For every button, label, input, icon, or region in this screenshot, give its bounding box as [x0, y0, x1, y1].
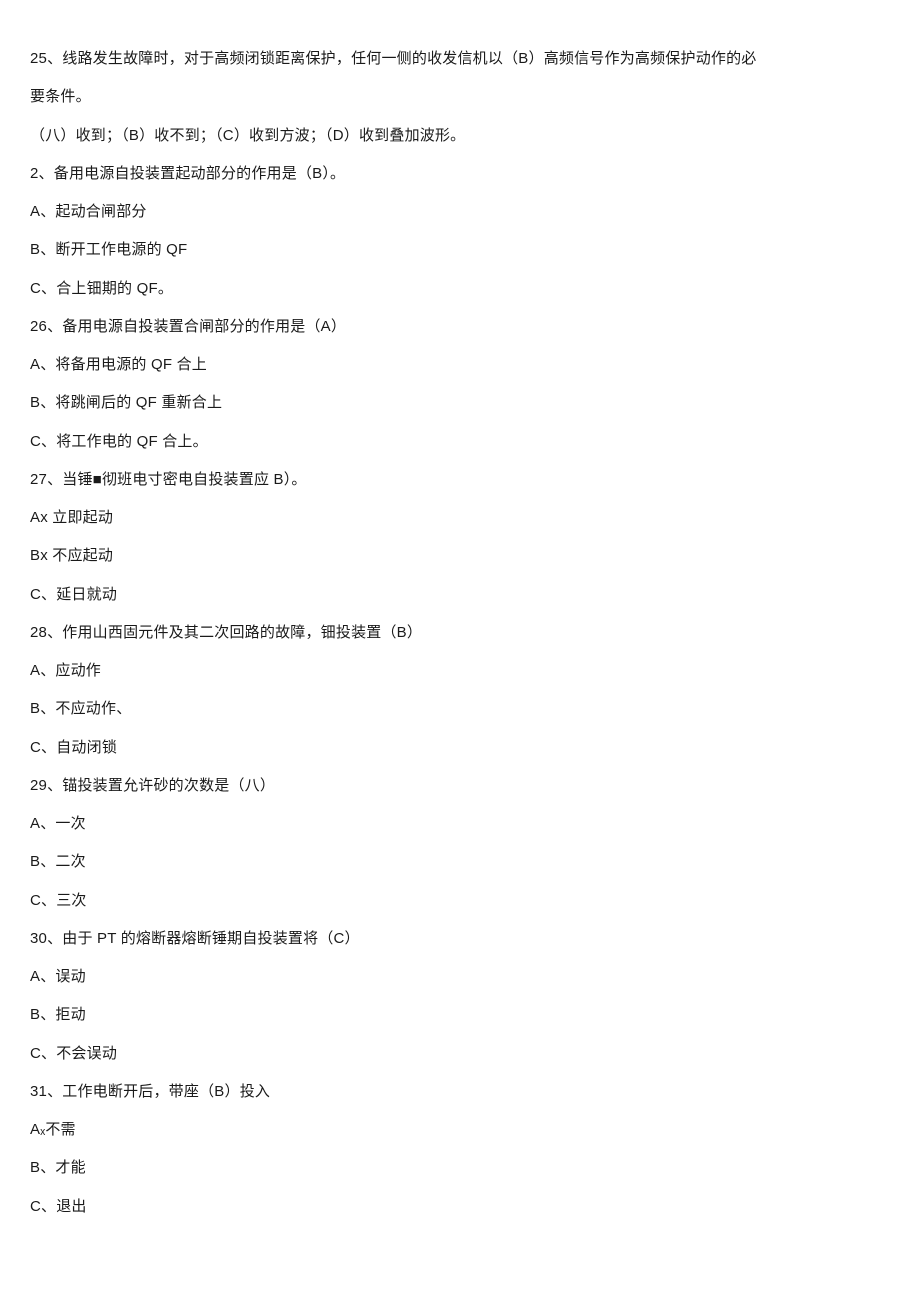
text-line: 25、线路发生故障时，对于高频闭锁距离保护，任何一侧的收发信机以（B）高频信号作…: [30, 40, 890, 78]
document-page: 25、线路发生故障时，对于高频闭锁距离保护，任何一侧的收发信机以（B）高频信号作…: [0, 0, 920, 1266]
text-line: 28、作用山西固元件及其二次回路的故障，钿投装置（B）: [30, 614, 890, 652]
text-line: 29、锚投装置允许砂的次数是（八）: [30, 767, 890, 805]
text-line: Bx 不应起动: [30, 537, 890, 575]
text-line: C、三次: [30, 882, 890, 920]
text-line: A、应动作: [30, 652, 890, 690]
text-line: B、拒动: [30, 996, 890, 1034]
text-line: （八）收到；（B）收不到；（C）收到方波；（D）收到叠加波形。: [30, 117, 890, 155]
text-line: A、将备用电源的 QF 合上: [30, 346, 890, 384]
text-line: C、不会误动: [30, 1035, 890, 1073]
text-line: C、自动闭锁: [30, 729, 890, 767]
text-line: Aₓ不需: [30, 1111, 890, 1149]
text-line: A、起动合闸部分: [30, 193, 890, 231]
text-line: B、将跳闸后的 QF 重新合上: [30, 384, 890, 422]
text-line: 31、工作电断开后，带座（B）投入: [30, 1073, 890, 1111]
text-line: 要条件。: [30, 78, 890, 116]
text-line: A、一次: [30, 805, 890, 843]
text-line: B、二次: [30, 843, 890, 881]
text-line: 26、备用电源自投装置合闸部分的作用是（A）: [30, 308, 890, 346]
text-line: 27、当锤■彻班电寸密电自投装置应 B）。: [30, 461, 890, 499]
text-line: A、误动: [30, 958, 890, 996]
text-line: B、不应动作、: [30, 690, 890, 728]
text-line: B、断开工作电源的 QF: [30, 231, 890, 269]
text-line: Ax 立即起动: [30, 499, 890, 537]
text-line: C、退出: [30, 1188, 890, 1226]
text-line: C、将工作电的 QF 合上。: [30, 423, 890, 461]
text-line: C、延日就动: [30, 576, 890, 614]
text-line: C、合上钿期的 QF。: [30, 270, 890, 308]
text-line: 30、由于 PT 的熔断器熔断锤期自投装置将（C）: [30, 920, 890, 958]
text-line: B、才能: [30, 1149, 890, 1187]
text-line: 2、备用电源自投装置起动部分的作用是（B）。: [30, 155, 890, 193]
